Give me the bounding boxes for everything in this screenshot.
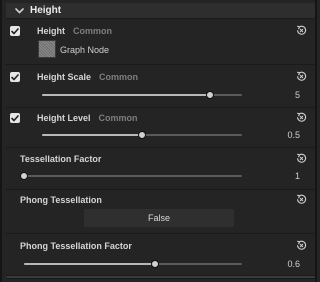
divider <box>6 147 315 148</box>
phong-tessellation-factor-label: Phong Tessellation Factor <box>20 241 132 251</box>
height-level-slider-thumb[interactable] <box>138 131 146 139</box>
tessellation-factor-label: Tessellation Factor <box>20 154 102 164</box>
phong-tessellation-factor-reset-icon[interactable] <box>296 240 307 251</box>
tessellation-factor-value[interactable]: 1 <box>270 171 300 181</box>
height-level-checkbox[interactable] <box>10 113 20 123</box>
chevron-down-icon[interactable] <box>12 4 26 18</box>
divider <box>6 107 315 108</box>
horizontal-scrollbar-thumb[interactable] <box>6 276 315 278</box>
tessellation-factor-slider-track[interactable] <box>24 175 242 177</box>
phong-tessellation-factor-value[interactable]: 0.6 <box>270 259 300 269</box>
height-tag: Common <box>73 26 112 36</box>
graph-node-thumbnail[interactable] <box>38 40 56 58</box>
height-level-value[interactable]: 0.5 <box>270 130 300 140</box>
height-scale-label: Height Scale Common <box>37 72 138 82</box>
section-title: Height <box>30 5 62 16</box>
height-scale-slider-fill <box>42 94 210 96</box>
height-label: Height Common <box>37 26 112 36</box>
height-reset-icon[interactable] <box>296 25 307 36</box>
graph-node-label: Graph Node <box>60 45 110 55</box>
height-scale-value[interactable]: 5 <box>270 90 300 100</box>
phong-tessellation-reset-icon[interactable] <box>296 194 307 205</box>
height-label-text: Height <box>37 26 65 36</box>
height-level-slider-fill <box>42 134 142 136</box>
tessellation-factor-slider-thumb[interactable] <box>20 172 28 180</box>
height-level-label: Height Level Common <box>37 113 138 123</box>
divider <box>6 189 315 190</box>
checkmark-icon <box>11 73 19 80</box>
height-level-reset-icon[interactable] <box>296 112 307 123</box>
height-scale-reset-icon[interactable] <box>296 71 307 82</box>
height-level-tag: Common <box>98 113 138 123</box>
phong-tessellation-factor-slider-fill <box>24 263 155 265</box>
height-scale-tag: Common <box>99 72 139 82</box>
height-scale-slider-thumb[interactable] <box>206 91 214 99</box>
phong-tessellation-label: Phong Tessellation <box>20 195 102 205</box>
checkmark-icon <box>11 114 19 121</box>
section-header[interactable]: Height <box>6 3 315 19</box>
divider <box>6 233 315 234</box>
phong-tessellation-factor-slider-thumb[interactable] <box>150 260 159 268</box>
divider <box>6 64 315 65</box>
tessellation-factor-reset-icon[interactable] <box>296 153 307 164</box>
height-checkbox[interactable] <box>10 26 20 36</box>
height-scale-label-text: Height Scale <box>37 72 92 82</box>
checkmark-icon <box>11 27 19 34</box>
height-scale-checkbox[interactable] <box>10 72 20 82</box>
phong-tessellation-dropdown[interactable]: False <box>84 209 234 227</box>
height-panel: Height Height Common Graph Node Height Sc… <box>0 0 317 282</box>
height-level-label-text: Height Level <box>37 113 91 123</box>
